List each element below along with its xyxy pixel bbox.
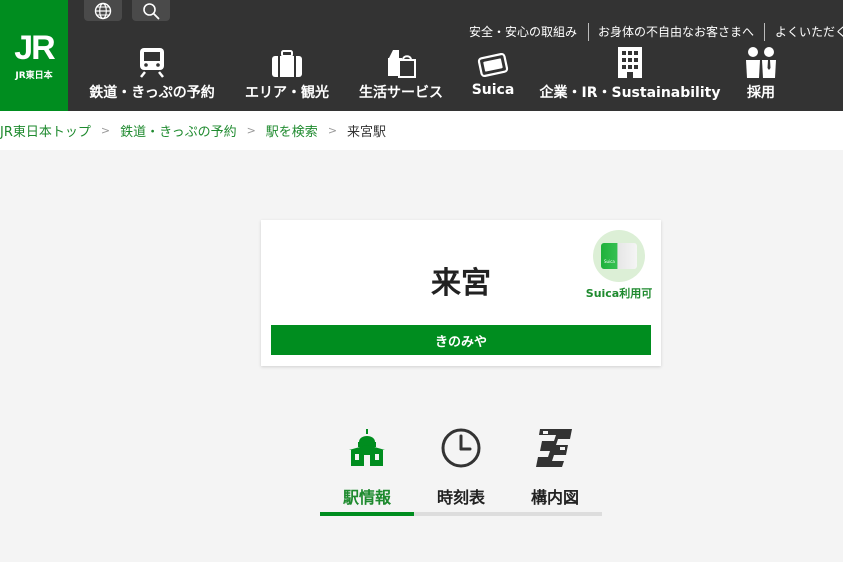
nav-label: 採用	[747, 85, 775, 101]
nav-label: 企業・IR・Sustainability	[539, 85, 721, 101]
tab-label: 時刻表	[436, 488, 485, 507]
train-icon	[140, 48, 164, 78]
nav-item-area[interactable]: エリア・観光	[238, 44, 336, 110]
tab-station-info[interactable]: 駅情報	[320, 420, 414, 510]
globe-icon	[94, 2, 112, 19]
suica-card-icon: Suica	[601, 243, 637, 269]
station-card: 来宮 Suica Suica利用可 きのみや	[261, 220, 661, 366]
chevron-right-icon: >	[100, 124, 111, 137]
people-icon	[746, 47, 776, 78]
clock-icon	[441, 428, 481, 468]
suica-card-text: Suica	[604, 259, 615, 264]
breadcrumb-link-station-search[interactable]: 駅を検索	[266, 121, 318, 140]
station-tabs: 駅情報 時刻表 構内図	[320, 420, 602, 520]
tab-floor-map[interactable]: 構内図	[508, 420, 602, 510]
suica-badge-circle: Suica	[593, 230, 645, 282]
toplink-accessibility[interactable]: お身体の不自由なお客さまへ	[598, 22, 754, 42]
breadcrumb: JR東日本トップ > 鉄道・きっぷの予約 > 駅を検索 > 来宮駅	[0, 111, 843, 150]
breadcrumb-current: 来宮駅	[347, 125, 387, 140]
global-nav: 鉄道・きっぷの予約 エリア・観光 生活サービス Suica 企業・IR・Sust…	[0, 44, 843, 110]
tab-label: 駅情報	[342, 488, 391, 507]
nav-item-corporate[interactable]: 企業・IR・Sustainability	[539, 44, 721, 110]
nav-item-railway[interactable]: 鉄道・きっぷの予約	[84, 44, 220, 110]
nav-item-recruit[interactable]: 採用	[738, 44, 784, 110]
tab-indicator	[320, 512, 414, 516]
header-utility-links: 安全・安心の取組み お身体の不自由なお客さまへ よくいただく	[0, 22, 843, 42]
floor-map-icon	[536, 429, 572, 467]
nav-label: Suica	[471, 82, 515, 98]
nav-item-suica[interactable]: Suica	[462, 44, 524, 110]
suica-available-badge: Suica Suica利用可	[585, 230, 653, 302]
station-building-icon	[349, 429, 385, 466]
search-button[interactable]	[132, 0, 170, 21]
toplink-safety[interactable]: 安全・安心の取組み	[469, 22, 577, 42]
nav-label: 鉄道・きっぷの予約	[89, 85, 215, 101]
chevron-right-icon: >	[246, 124, 256, 137]
toplink-faq[interactable]: よくいただく	[775, 22, 843, 42]
language-button[interactable]	[84, 0, 122, 21]
suica-available-label: Suica利用可	[585, 287, 653, 300]
chevron-right-icon: >	[327, 124, 338, 137]
site-header: JR JR東日本 安全・安心の取組み お身体の不自由なお客さまへ よくいただく	[0, 0, 843, 111]
suica-card-icon	[477, 52, 509, 78]
nav-item-lifestyle[interactable]: 生活サービス	[352, 44, 450, 110]
toplink-divider	[588, 23, 589, 41]
tab-indicator-track	[320, 512, 602, 516]
suitcase-icon	[272, 50, 302, 77]
station-kana: きのみや	[271, 325, 651, 355]
shopping-bag-icon	[388, 50, 416, 78]
toplink-divider	[764, 23, 765, 41]
nav-label: 生活サービス	[359, 85, 443, 101]
nav-label: エリア・観光	[245, 85, 329, 101]
search-icon	[143, 2, 160, 19]
tab-timetable[interactable]: 時刻表	[414, 420, 508, 510]
breadcrumb-link-top[interactable]: JR東日本トップ	[0, 121, 91, 140]
tab-label: 構内図	[530, 488, 579, 507]
building-icon	[618, 47, 642, 78]
breadcrumb-link-railway[interactable]: 鉄道・きっぷの予約	[120, 121, 236, 140]
